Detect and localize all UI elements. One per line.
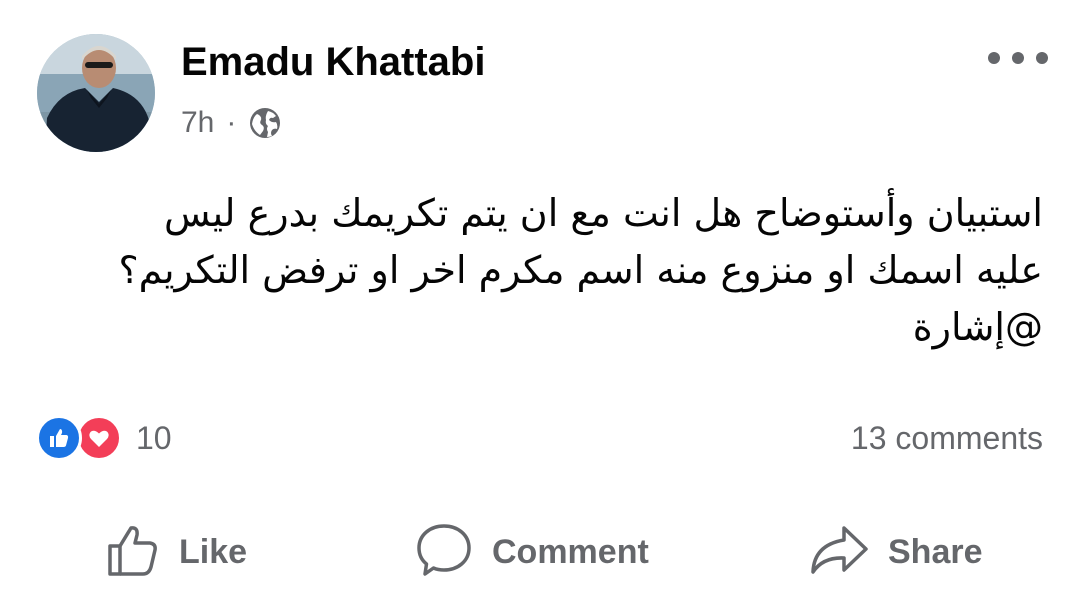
meta-separator: ·: [226, 106, 237, 139]
more-dot: [1036, 52, 1048, 64]
comments-count[interactable]: 13 comments: [851, 417, 1043, 459]
post-text-line: @إشارة: [912, 305, 1043, 349]
avatar[interactable]: [37, 34, 155, 152]
more-dot: [988, 52, 1000, 64]
globe-icon[interactable]: [248, 106, 282, 140]
post-text: استبيان وأستوضاح هل انت مع ان يتم تكريمك…: [50, 185, 1044, 356]
thumbs-up-icon: [105, 522, 161, 583]
comment-button[interactable]: Comment: [414, 520, 649, 584]
facebook-post: Emadu Khattabi 7h · استبيان وأستوضاح هل …: [0, 0, 1080, 609]
author-name[interactable]: Emadu Khattabi: [181, 38, 485, 86]
love-icon: [76, 415, 122, 461]
like-icon: [36, 415, 82, 461]
post-text-line: عليه اسمك او منزوع منه اسم مكرم اخر او ت…: [118, 248, 1044, 292]
post-time[interactable]: 7h: [181, 106, 214, 140]
like-button-label: Like: [179, 532, 248, 571]
share-button[interactable]: Share: [808, 520, 983, 584]
comment-icon: [414, 520, 474, 585]
comment-button-label: Comment: [492, 532, 649, 571]
post-text-line: استبيان وأستوضاح هل انت مع ان يتم تكريمك…: [164, 191, 1043, 235]
more-dot: [1012, 52, 1024, 64]
reaction-count: 10: [136, 419, 172, 456]
share-button-label: Share: [888, 532, 983, 571]
post-meta: 7h ·: [181, 103, 282, 143]
like-button[interactable]: Like: [105, 520, 247, 584]
reactions-summary[interactable]: 10: [36, 415, 172, 461]
share-icon: [808, 522, 870, 583]
more-horizontal-icon[interactable]: [988, 44, 1048, 72]
